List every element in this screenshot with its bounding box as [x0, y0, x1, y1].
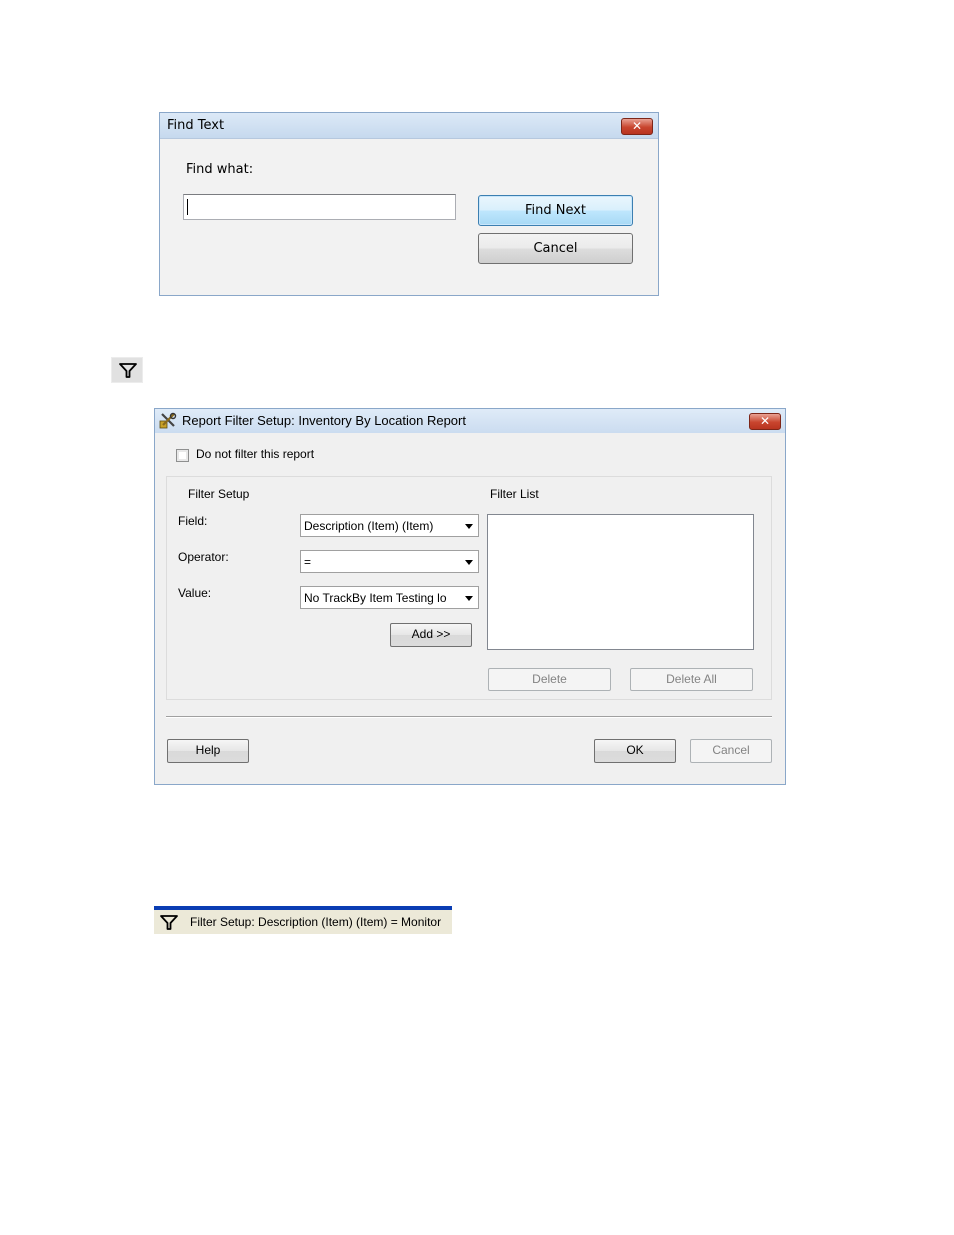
report-dialog-close-button[interactable]: ✕ — [749, 413, 781, 430]
report-dialog-titlebar[interactable]: Report Filter Setup: Inventory By Locati… — [155, 409, 785, 433]
value-label: Value: — [178, 586, 212, 600]
filter-status-strip: Filter Setup: Description (Item) (Item) … — [154, 906, 452, 934]
ok-button[interactable]: OK — [594, 739, 676, 763]
operator-combobox[interactable]: = — [300, 550, 479, 573]
do-not-filter-label: Do not filter this report — [196, 447, 315, 461]
funnel-icon — [160, 915, 178, 930]
delete-button[interactable]: Delete — [488, 668, 611, 691]
chevron-down-icon — [465, 560, 473, 565]
report-filter-setup-dialog: Report Filter Setup: Inventory By Locati… — [154, 408, 786, 785]
find-dialog-close-button[interactable]: ✕ — [621, 118, 653, 135]
value-combobox-value: No TrackBy Item Testing lo — [304, 591, 447, 605]
filter-list-box[interactable] — [487, 514, 754, 650]
find-next-button[interactable]: Find Next — [478, 195, 633, 226]
filter-list-heading: Filter List — [490, 487, 539, 501]
divider — [166, 716, 772, 718]
find-dialog-titlebar[interactable]: Find Text ✕ — [160, 113, 658, 139]
close-icon: ✕ — [759, 414, 771, 428]
find-dialog-title: Find Text — [167, 118, 225, 133]
do-not-filter-checkbox[interactable] — [176, 449, 189, 462]
add-button[interactable]: Add >> — [390, 623, 472, 647]
filter-toolbar-button[interactable] — [111, 357, 143, 383]
field-label: Field: — [178, 514, 208, 528]
find-cancel-button[interactable]: Cancel — [478, 233, 633, 264]
close-icon: ✕ — [631, 119, 643, 133]
find-what-input[interactable] — [183, 194, 456, 220]
chevron-down-icon — [465, 596, 473, 601]
chevron-down-icon — [465, 524, 473, 529]
tools-app-icon — [159, 412, 177, 429]
status-strip-accent-bar — [154, 906, 452, 910]
filter-status-text: Filter Setup: Description (Item) (Item) … — [190, 915, 442, 929]
report-cancel-button[interactable]: Cancel — [690, 739, 772, 763]
filter-setup-heading: Filter Setup — [188, 487, 250, 501]
funnel-icon — [119, 363, 137, 378]
operator-label: Operator: — [178, 550, 229, 564]
text-caret — [187, 199, 188, 215]
report-dialog-title: Report Filter Setup: Inventory By Locati… — [182, 413, 466, 428]
help-button[interactable]: Help — [167, 739, 249, 763]
field-combobox[interactable]: Description (Item) (Item) — [300, 514, 479, 537]
operator-combobox-value: = — [304, 555, 312, 569]
find-what-label: Find what: — [186, 162, 254, 177]
delete-all-button[interactable]: Delete All — [630, 668, 753, 691]
field-combobox-value: Description (Item) (Item) — [304, 519, 434, 533]
value-combobox[interactable]: No TrackBy Item Testing lo — [300, 586, 479, 609]
find-text-dialog: Find Text ✕ Find what: Find Next Cancel — [159, 112, 659, 296]
